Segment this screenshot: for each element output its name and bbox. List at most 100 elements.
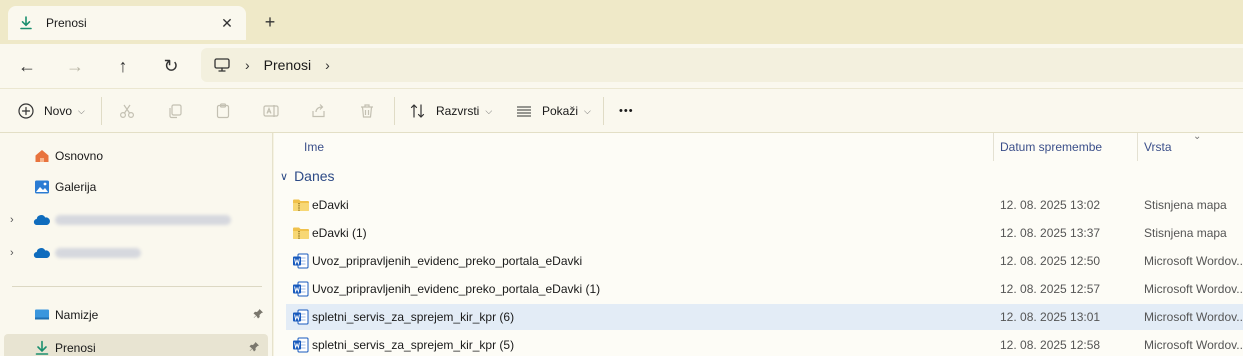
copy-icon: [165, 101, 185, 121]
chevron-down-icon: ⌵: [78, 105, 85, 116]
redacted-label: [55, 215, 231, 225]
computer-icon: [213, 57, 231, 73]
navigation-pane: Osnovno Galerija › › Namizje Prenosi: [0, 133, 273, 356]
breadcrumb-separator: ›: [245, 57, 250, 73]
column-header-type[interactable]: Vrsta: [1144, 133, 1172, 161]
breadcrumb-separator[interactable]: ›: [325, 57, 330, 73]
paste-button[interactable]: [213, 99, 233, 123]
share-button[interactable]: [309, 99, 329, 123]
arrow-up-icon: ↑: [118, 55, 128, 76]
column-header-name[interactable]: Ime: [304, 133, 324, 161]
sidebar-item-label: Galerija: [55, 180, 97, 194]
file-date: 12. 08. 2025 13:37: [1000, 226, 1101, 240]
arrow-left-icon: ←: [18, 55, 36, 76]
rename-button[interactable]: [261, 99, 281, 123]
file-date: 12. 08. 2025 12:57: [1000, 282, 1101, 296]
tab-strip: Prenosi ✕ +: [0, 0, 1243, 44]
onedrive-icon: [33, 244, 51, 262]
new-tab-button[interactable]: +: [260, 12, 280, 32]
delete-button[interactable]: [357, 99, 377, 123]
column-resize-handle[interactable]: [993, 133, 994, 161]
table-row[interactable]: eDavki (1) 12. 08. 2025 13:37 Stisnjena …: [286, 220, 1243, 246]
file-name: spletni_servis_za_sprejem_kir_kpr (5): [312, 338, 515, 352]
pin-icon[interactable]: [253, 308, 264, 322]
copy-button[interactable]: [165, 99, 185, 123]
navigation-bar: ← → ↑ ↻ › Prenosi ›: [0, 44, 1243, 88]
more-options-button[interactable]: •••: [619, 99, 634, 123]
trash-icon: [357, 101, 377, 121]
plus-circle-icon: [16, 101, 36, 121]
file-name: eDavki (1): [312, 226, 367, 240]
view-button[interactable]: Pokaži ⌵: [514, 99, 591, 123]
zip-folder-icon: [292, 225, 310, 241]
file-type: Microsoft Wordov...: [1144, 282, 1243, 296]
file-type: Stisnjena mapa: [1144, 226, 1227, 240]
group-label: Danes: [294, 168, 335, 184]
sidebar-item-label: Osnovno: [55, 149, 104, 163]
word-document-icon: [292, 309, 310, 325]
command-bar: Novo ⌵ Razvrsti ⌵ Pokaži ⌵ •••: [0, 88, 1243, 133]
table-row[interactable]: eDavki 12. 08. 2025 13:02 Stisnjena mapa: [286, 192, 1243, 218]
address-bar[interactable]: › Prenosi ›: [201, 48, 1243, 82]
file-type: Microsoft Wordov...: [1144, 254, 1243, 268]
file-name: Uvoz_pripravljenih_evidenc_preko_portala…: [312, 282, 601, 296]
sidebar-item-home[interactable]: Osnovno: [0, 142, 272, 170]
tab-title: Prenosi: [46, 16, 87, 30]
refresh-button[interactable]: ↻: [157, 52, 185, 80]
divider: [603, 97, 604, 125]
forward-button[interactable]: →: [61, 52, 89, 80]
sidebar-item-gallery[interactable]: Galerija: [0, 173, 272, 201]
sort-indicator-icon: ⌄: [1193, 131, 1202, 142]
list-view-icon: [514, 101, 534, 121]
chevron-down-icon: ∨: [280, 170, 289, 183]
more-icon: •••: [619, 105, 634, 117]
breadcrumb-item[interactable]: Prenosi: [264, 57, 311, 73]
column-resize-handle[interactable]: [1137, 133, 1138, 161]
word-document-icon: [292, 253, 310, 269]
chevron-down-icon: ⌵: [584, 105, 591, 116]
view-label: Pokaži: [542, 104, 579, 118]
sidebar-item-downloads[interactable]: Prenosi: [4, 334, 268, 356]
sort-button[interactable]: Razvrsti ⌵: [408, 99, 492, 123]
table-row[interactable]: Uvoz_pripravljenih_evidenc_preko_portala…: [286, 248, 1243, 274]
rename-icon: [261, 101, 281, 121]
onedrive-icon: [33, 211, 51, 229]
clipboard-icon: [213, 101, 233, 121]
zip-folder-icon: [292, 197, 310, 213]
table-row[interactable]: spletni_servis_za_sprejem_kir_kpr (6) 12…: [286, 304, 1243, 330]
sidebar-item-onedrive[interactable]: ›: [0, 239, 272, 267]
file-type: Stisnjena mapa: [1144, 198, 1227, 212]
column-header-date[interactable]: Datum spremembe: [1000, 133, 1102, 161]
chevron-right-icon[interactable]: ›: [10, 214, 14, 226]
redacted-label: [55, 248, 141, 258]
tab-prenosi[interactable]: Prenosi ✕: [8, 6, 246, 40]
file-name: spletni_servis_za_sprejem_kir_kpr (6): [312, 310, 515, 324]
arrow-right-icon: →: [66, 55, 84, 76]
share-icon: [309, 101, 329, 121]
chevron-right-icon[interactable]: ›: [10, 247, 14, 259]
back-button[interactable]: ←: [13, 52, 41, 80]
cut-button[interactable]: [117, 99, 137, 123]
download-icon: [33, 339, 51, 356]
up-button[interactable]: ↑: [109, 52, 137, 80]
home-icon: [33, 147, 51, 165]
divider: [12, 286, 262, 287]
file-name: Uvoz_pripravljenih_evidenc_preko_portala…: [312, 254, 583, 268]
desktop-icon: [33, 306, 51, 324]
group-header-today[interactable]: ∨ Danes: [280, 168, 335, 184]
sidebar-item-label: Namizje: [55, 308, 99, 322]
file-list: Ime Datum spremembe Vrsta ⌄ ∨ Danes eDav…: [274, 131, 1243, 356]
word-document-icon: [292, 337, 310, 353]
sidebar-item-desktop[interactable]: Namizje: [0, 301, 272, 329]
file-date: 12. 08. 2025 13:02: [1000, 198, 1101, 212]
sidebar-item-onedrive[interactable]: ›: [0, 206, 272, 234]
chevron-down-icon: ⌵: [485, 105, 493, 116]
new-label: Novo: [44, 104, 73, 118]
table-row[interactable]: spletni_servis_za_sprejem_kir_kpr (5) 12…: [286, 332, 1243, 356]
word-document-icon: [292, 281, 310, 297]
new-button[interactable]: Novo ⌵: [16, 99, 85, 123]
close-icon[interactable]: ✕: [218, 14, 236, 32]
table-row[interactable]: Uvoz_pripravljenih_evidenc_preko_portala…: [286, 276, 1243, 302]
sidebar-item-label: Prenosi: [55, 341, 96, 355]
pin-icon[interactable]: [249, 341, 260, 355]
